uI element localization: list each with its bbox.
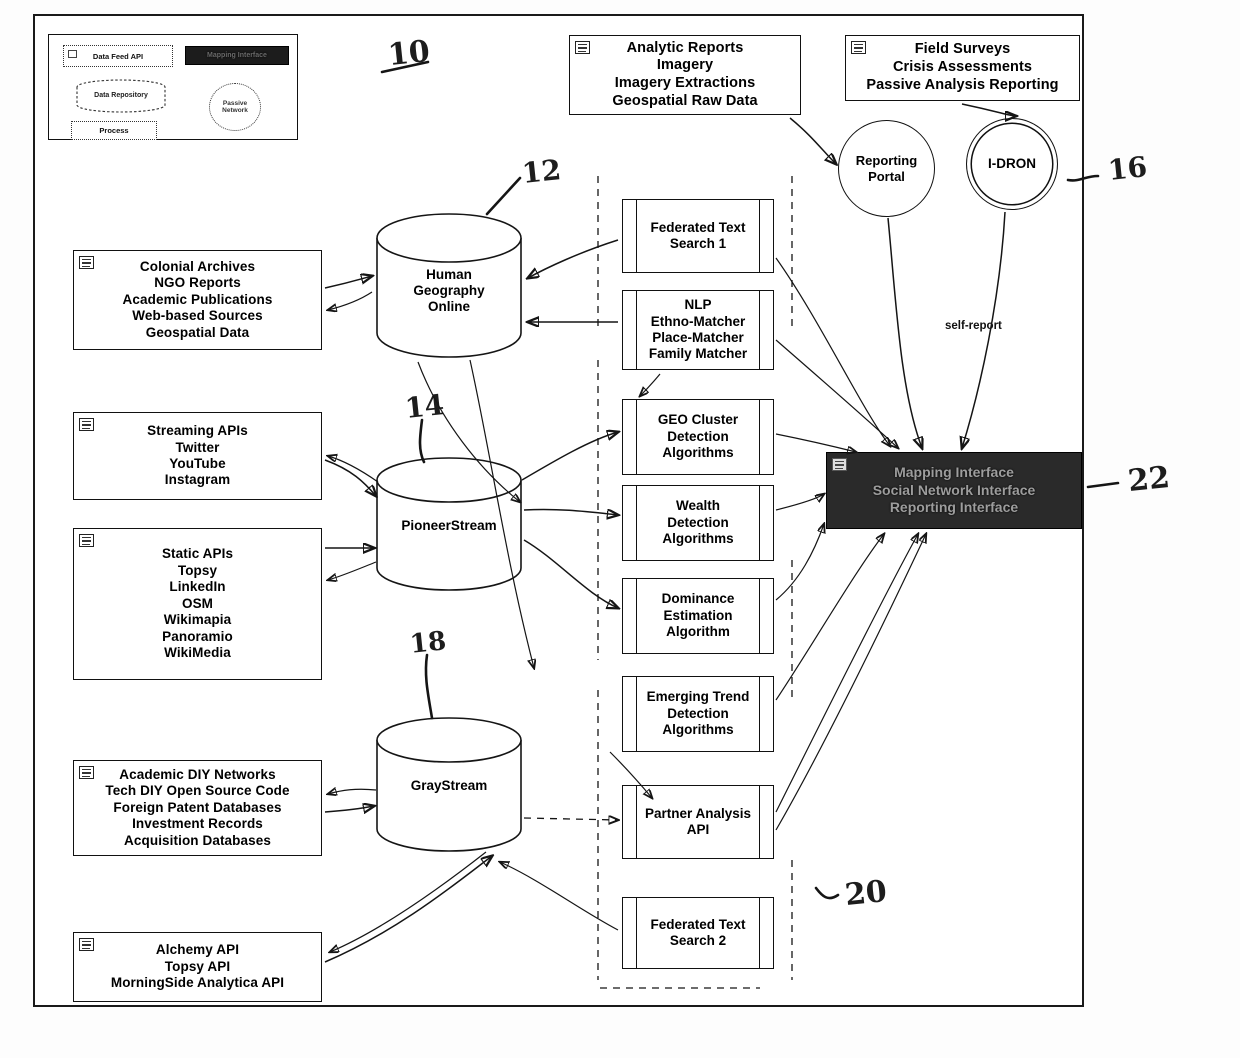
dominance-lines: Dominance Estimation Algorithm bbox=[662, 591, 735, 640]
arrow-graystream-to-alchemy-api bbox=[330, 851, 487, 952]
lead-line-12 bbox=[485, 176, 522, 216]
nlp-lines: NLP Ethno-Matcher Place-Matcher Family M… bbox=[649, 297, 747, 363]
arrow-colonial-archives-to-hgo bbox=[324, 276, 372, 289]
arrow-wealth-to-interfaces bbox=[775, 494, 824, 511]
arrow-partner-analysis-to-interfaces bbox=[775, 534, 918, 813]
fts1-line-0: Federated Text bbox=[650, 219, 746, 235]
geo-cluster-line-0: GEO Cluster bbox=[657, 412, 739, 428]
arrow-academic-diy-to-graystream bbox=[324, 806, 374, 812]
arrow-fts2-to-graystream bbox=[500, 862, 619, 931]
fts1-lines: Federated Text Search 1 bbox=[650, 220, 745, 253]
fts2-lines: Federated Text Search 2 bbox=[650, 917, 745, 950]
partner-analysis-line-1: API bbox=[686, 822, 710, 837]
arrow-pioneerstream-to-static-apis bbox=[328, 561, 377, 580]
arrow-pioneerstream-to-geo-cluster bbox=[521, 432, 618, 481]
arrow-dominance-to-interfaces bbox=[775, 524, 824, 601]
fts2-line-0: Federated Text bbox=[650, 916, 746, 932]
arrow-hgo-to-emerging-trend bbox=[469, 359, 534, 668]
arrow-nlp-to-interfaces bbox=[775, 339, 898, 448]
arrow-fts1-to-interfaces bbox=[775, 257, 890, 446]
arrow-partner-analysis-alt-to-interfaces bbox=[775, 534, 926, 831]
lead-line-20 bbox=[814, 886, 840, 900]
arrow-field-surveys-to-i-dron bbox=[961, 103, 1016, 116]
nlp-line-3: Family Matcher bbox=[648, 346, 748, 362]
lead-line-10 bbox=[380, 60, 430, 74]
arrow-emerging-trend-to-partner-analysis bbox=[609, 751, 652, 798]
arrow-nlp-to-geo-cluster bbox=[640, 373, 661, 396]
arrow-pioneerstream-to-streaming-apis bbox=[328, 456, 379, 483]
arrow-reporting-portal-to-interfaces bbox=[887, 217, 922, 448]
geo-cluster-line-2: Algorithms bbox=[662, 445, 734, 461]
nlp-line-2: Place-Matcher bbox=[652, 330, 744, 345]
lead-line-16 bbox=[1066, 174, 1100, 182]
wealth-lines: Wealth Detection Algorithms bbox=[662, 498, 733, 547]
arrow-pioneerstream-to-wealth bbox=[523, 508, 618, 515]
arrow-graystream-to-partner-analysis bbox=[523, 818, 618, 820]
patent-figure-page: Data Feed API Data Repository Process Ma… bbox=[0, 0, 1240, 1058]
geo-cluster-line-1: Detection bbox=[667, 428, 729, 444]
arrow-graystream-to-academic-diy bbox=[328, 789, 377, 794]
arrow-i-dron-to-interfaces bbox=[962, 211, 1006, 448]
nlp-line-1: Ethno-Matcher bbox=[650, 313, 746, 329]
partner-analysis-line-0: Partner Analysis bbox=[644, 805, 752, 821]
arrow-hgo-to-colonial-archives bbox=[328, 291, 373, 310]
dominance-line-1: Estimation bbox=[663, 607, 733, 623]
arrow-geo-cluster-to-interfaces bbox=[775, 433, 856, 452]
wealth-line-0: Wealth bbox=[675, 498, 720, 514]
lead-line-18 bbox=[424, 653, 434, 720]
partner-analysis-lines: Partner Analysis API bbox=[645, 806, 751, 839]
emerging-trend-line-0: Emerging Trend bbox=[646, 689, 750, 705]
wealth-line-2: Algorithms bbox=[662, 531, 734, 547]
emerging-trend-lines: Emerging Trend Detection Algorithms bbox=[647, 689, 750, 738]
connector-layer bbox=[324, 60, 1120, 989]
dominance-line-2: Algorithm bbox=[666, 624, 730, 640]
fts1-line-1: Search 1 bbox=[669, 236, 727, 251]
lead-line-22 bbox=[1086, 481, 1120, 489]
fts2-line-1: Search 2 bbox=[669, 933, 727, 948]
emerging-trend-line-2: Algorithms bbox=[662, 722, 734, 738]
wealth-line-1: Detection bbox=[667, 514, 729, 530]
nlp-line-0: NLP bbox=[684, 297, 712, 313]
arrow-analytic-reports-to-reporting-portal bbox=[789, 117, 836, 164]
arrow-fts1-to-hgo bbox=[528, 239, 619, 278]
geo-cluster-lines: GEO Cluster Detection Algorithms bbox=[658, 412, 738, 461]
lead-line-14 bbox=[418, 418, 426, 464]
arrow-hgo-to-pioneerstream bbox=[417, 361, 520, 502]
arrow-pioneerstream-to-dominance bbox=[523, 539, 618, 608]
emerging-trend-line-1: Detection bbox=[667, 705, 729, 721]
dominance-line-0: Dominance bbox=[661, 591, 735, 607]
